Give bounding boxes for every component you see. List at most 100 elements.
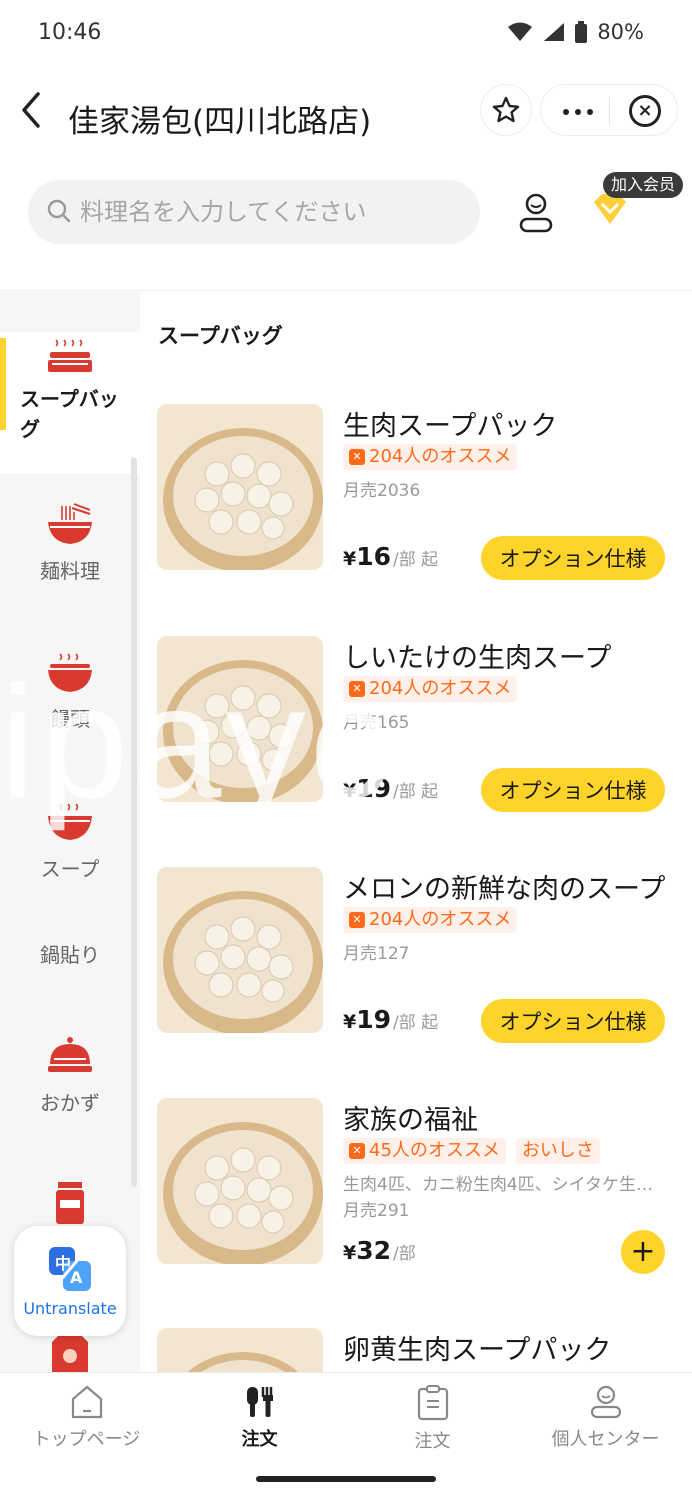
monthly-sales: 月売2036	[343, 481, 421, 501]
bun-bowl-icon	[48, 653, 92, 692]
dish-price: ¥32/部	[343, 1236, 416, 1265]
top-header: 佳家湯包(四川北路店) ×	[0, 76, 692, 162]
sidebar-item-potstickers[interactable]: 鍋貼り	[0, 932, 140, 970]
menu-item[interactable]: メロンの新鮮な肉のスープ ✕ 204人のオススメ 月売127 ¥19/部 起 オプ…	[157, 867, 677, 1047]
soup-dumpling-image	[157, 636, 323, 802]
search-bar[interactable]	[28, 180, 480, 244]
soup-dumpling-image	[157, 1098, 323, 1264]
options-button[interactable]: オプション仕様	[481, 999, 665, 1043]
monthly-sales: 月売127	[343, 944, 410, 964]
sidebar-item-label: 鍋貼り	[40, 943, 100, 967]
untranslate-label: Untranslate	[23, 1298, 117, 1318]
untranslate-button[interactable]: 中A Untranslate	[14, 1226, 126, 1336]
recommend-icon: ✕	[349, 912, 365, 928]
dish-tags: ✕ 204人のオススメ	[343, 907, 518, 933]
active-indicator	[0, 338, 6, 430]
sidebar-item-soup-bag[interactable]: スープバッグ	[0, 332, 140, 474]
sidebar-scrollbar[interactable]	[131, 457, 137, 1187]
sidebar-item-label: スープ	[40, 857, 100, 881]
mini-program-capsule: ×	[540, 84, 678, 136]
recommend-icon: ✕	[349, 449, 365, 465]
soup-dumpling-image	[157, 1328, 323, 1372]
dish-name: しいたけの生肉スープ	[343, 643, 612, 674]
tab-label: 注文	[414, 1431, 451, 1452]
header-divider	[0, 290, 692, 291]
more-icon[interactable]	[563, 109, 593, 115]
status-icons: 80%	[507, 20, 644, 44]
category-sidebar: スープバッグ 麺料理 饅頭 スープ 鍋貼り おかず	[0, 292, 140, 1372]
sidebar-item-label: おかず	[40, 1091, 100, 1115]
tab-profile[interactable]: 個人センター	[519, 1385, 692, 1451]
tab-label: トップページ	[32, 1429, 141, 1450]
status-time: 10:46	[38, 20, 102, 45]
menu-item[interactable]: 卵黄生肉スープパック	[157, 1328, 677, 1372]
home-indicator[interactable]	[256, 1476, 436, 1482]
dish-cover-icon	[48, 1037, 92, 1072]
options-button[interactable]: オプション仕様	[481, 768, 665, 812]
user-icon[interactable]	[516, 192, 556, 234]
flavor-tag: おいしさ	[515, 1138, 600, 1164]
home-icon	[71, 1385, 102, 1419]
utensils-icon	[246, 1387, 273, 1417]
sidebar-item-label: スープバッグ	[20, 387, 119, 441]
recommend-tag: ✕ 204人のオススメ	[343, 676, 518, 702]
app-root: 10:46 80% 佳家湯包(四川北路店) × 加入会员 スープバッグ	[0, 0, 692, 1500]
page-title: 佳家湯包(四川北路店)	[68, 104, 372, 140]
battery-percent: 80%	[597, 20, 644, 44]
soup-dumpling-image	[157, 867, 323, 1033]
status-bar: 10:46 80%	[0, 0, 692, 70]
dish-image[interactable]	[157, 636, 323, 802]
menu-item[interactable]: 家族の福祉 ✕ 45人のオススメ おいしさ 生肉4匹、カニ粉生肉4匹、シイタケ生肉…	[157, 1098, 677, 1278]
section-title: スープバッグ	[158, 324, 283, 348]
dish-name: 生肉スープパック	[343, 411, 558, 442]
close-icon[interactable]: ×	[629, 95, 661, 127]
dish-name: 卵黄生肉スープパック	[343, 1335, 612, 1366]
recommend-icon: ✕	[349, 1143, 365, 1159]
snack-pack-icon	[52, 1334, 88, 1372]
steamer-icon	[48, 339, 92, 372]
drink-icon	[56, 1182, 84, 1224]
recommend-tag: ✕ 204人のオススメ	[343, 907, 518, 933]
dish-image[interactable]	[157, 867, 323, 1033]
clipboard-icon	[417, 1385, 448, 1421]
dish-image[interactable]	[157, 1098, 323, 1264]
menu-item[interactable]: しいたけの生肉スープ ✕ 204人のオススメ 月売165 ¥19/部 起 オプショ…	[157, 636, 677, 816]
dish-image[interactable]	[157, 404, 323, 570]
dish-price: ¥19/部 起	[343, 1005, 439, 1034]
translate-icon: 中A	[49, 1246, 91, 1291]
add-to-cart-button[interactable]: +	[621, 1230, 665, 1274]
dish-name: メロンの新鮮な肉のスープ	[343, 874, 666, 905]
tab-order-menu[interactable]: 注文	[173, 1385, 346, 1451]
dish-price: ¥19/部 起	[343, 774, 439, 803]
recommend-icon: ✕	[349, 681, 365, 697]
back-arrow-icon[interactable]	[18, 90, 48, 130]
favorite-button[interactable]	[480, 84, 532, 136]
sidebar-item-noodles[interactable]: 麺料理	[0, 502, 140, 586]
soup-dumpling-image	[157, 404, 323, 570]
menu-item[interactable]: 生肉スープパック ✕ 204人のオススメ 月売2036 ¥16/部 起 オプション…	[157, 404, 677, 584]
search-input[interactable]	[80, 180, 470, 244]
monthly-sales: 月売165	[343, 713, 410, 733]
options-button[interactable]: オプション仕様	[481, 536, 665, 580]
dish-tags: ✕ 204人のオススメ	[343, 676, 518, 702]
noodle-bowl-icon	[48, 503, 92, 544]
tab-label: 個人センター	[551, 1429, 660, 1450]
svg-text:A: A	[70, 1268, 83, 1287]
person-icon	[590, 1385, 621, 1419]
sidebar-item-buns[interactable]: 饅頭	[0, 650, 140, 734]
dish-tags: ✕ 204人のオススメ	[343, 444, 518, 470]
tab-orders[interactable]: 注文	[346, 1385, 519, 1453]
tab-label: 注文	[241, 1429, 278, 1450]
dish-image[interactable]	[157, 1328, 323, 1372]
wifi-icon	[508, 22, 533, 41]
sidebar-item-soup[interactable]: スープ	[0, 800, 140, 884]
sidebar-item-side-dishes[interactable]: おかず	[0, 1034, 140, 1118]
dish-tags: ✕ 45人のオススメ おいしさ	[343, 1138, 600, 1164]
dish-description: 生肉4匹、カニ粉生肉4匹、シイタケ生肉4匹	[343, 1175, 663, 1195]
join-member-badge[interactable]: 加入会员	[603, 172, 684, 198]
tab-home[interactable]: トップページ	[0, 1385, 173, 1451]
dish-name: 家族の福祉	[343, 1105, 478, 1136]
sidebar-item-label: 麺料理	[40, 559, 100, 583]
recommend-tag: ✕ 45人のオススメ	[343, 1138, 506, 1164]
sidebar-item-label: 饅頭	[50, 707, 90, 731]
